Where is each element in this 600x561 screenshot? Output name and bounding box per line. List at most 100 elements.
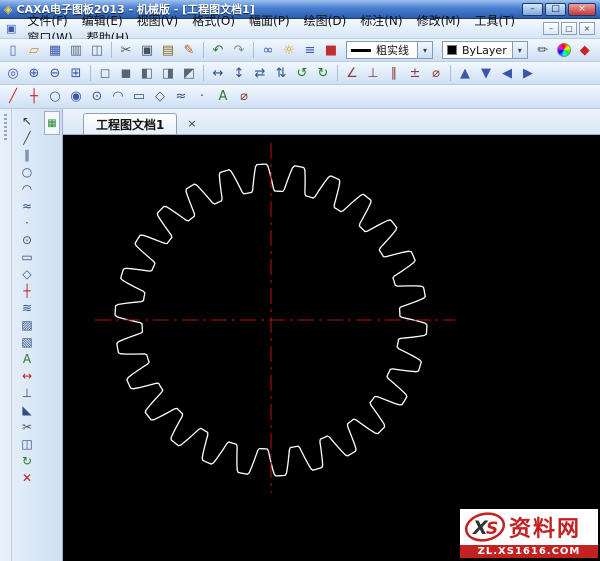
pick-point-icon[interactable]: ◎ [3, 64, 23, 83]
datum-icon[interactable]: ⊥ [15, 384, 39, 401]
color-dropdown[interactable]: ByLayer ▾ [442, 41, 528, 59]
text-tool-icon[interactable]: A [213, 87, 233, 106]
tab-close-button[interactable]: × [183, 117, 200, 130]
close-button[interactable]: × [568, 2, 596, 16]
delete-icon[interactable]: ✕ [15, 469, 39, 486]
layers-icon[interactable]: ≡ [300, 41, 320, 60]
sheet-tab-button[interactable]: ▦ [44, 111, 60, 135]
chevron-down-icon[interactable]: ▾ [417, 42, 432, 58]
chamfer-icon[interactable]: ◣ [15, 401, 39, 418]
red-mark-icon[interactable]: ◆ [575, 41, 595, 60]
line-tool-icon[interactable]: ╱ [3, 87, 23, 106]
bulb-icon[interactable]: ☼ [279, 41, 299, 60]
diameter-icon[interactable]: ⌀ [426, 64, 446, 83]
mdi-restore-button[interactable]: □ [561, 22, 577, 35]
concentric-circle-icon[interactable]: ⊙ [15, 231, 39, 248]
polygon-icon[interactable]: ◇ [15, 265, 39, 282]
centerline-icon[interactable]: ┼ [15, 282, 39, 299]
circle-icon[interactable]: ○ [15, 163, 39, 180]
parallel-line-icon[interactable]: ∥ [15, 146, 39, 163]
format-painter-icon[interactable]: ✎ [179, 41, 199, 60]
menu-format[interactable]: 格式(O) [185, 13, 242, 29]
arrow-down-icon[interactable]: ▼ [476, 64, 496, 83]
corner-shade-icon[interactable]: ◩ [179, 64, 199, 83]
menu-file[interactable]: 文件(F) [20, 13, 74, 29]
save-file-icon[interactable]: ▦ [45, 41, 65, 60]
stretch-horizontal-icon[interactable]: ↔ [208, 64, 228, 83]
linestyle-dropdown[interactable]: 粗实线 ▾ [346, 41, 433, 59]
circle-tool-icon[interactable]: ○ [45, 87, 65, 106]
right-shade-icon[interactable]: ◨ [158, 64, 178, 83]
rotate-cw-icon[interactable]: ↻ [313, 64, 333, 83]
stretch-vertical-icon[interactable]: ↕ [229, 64, 249, 83]
color-swatch-icon[interactable]: ■ [321, 41, 341, 60]
centerline-tool-icon[interactable]: ┼ [24, 87, 44, 106]
menu-draw[interactable]: 绘图(D) [297, 13, 354, 29]
menu-paper[interactable]: 幅面(P) [242, 13, 297, 29]
maximize-button[interactable]: □ [545, 2, 566, 16]
cut-icon[interactable]: ✂ [116, 41, 136, 60]
shaded-circle-icon[interactable]: ◉ [66, 87, 86, 106]
polygon-tool-icon[interactable]: ◇ [150, 87, 170, 106]
swap-icon[interactable]: ⇄ [250, 64, 270, 83]
zoom-out-icon[interactable]: ⊖ [45, 64, 65, 83]
menu-annotate[interactable]: 标注(N) [353, 13, 409, 29]
zoom-in-icon[interactable]: ⊕ [24, 64, 44, 83]
undo-icon[interactable]: ↶ [208, 41, 228, 60]
angle-icon[interactable]: ∠ [342, 64, 362, 83]
dim-tool-icon[interactable]: ⌀ [234, 87, 254, 106]
mdi-minimize-button[interactable]: – [543, 22, 559, 35]
print-preview-icon[interactable]: ◫ [87, 41, 107, 60]
pan-icon[interactable]: ⊞ [66, 64, 86, 83]
rectangle-tool-icon[interactable]: ▭ [129, 87, 149, 106]
menu-tools[interactable]: 工具(T) [467, 13, 522, 29]
text-icon[interactable]: A [15, 350, 39, 367]
arrow-left-icon[interactable]: ◀ [497, 64, 517, 83]
new-file-icon[interactable]: ▯ [3, 41, 23, 60]
arc-tool-icon[interactable]: ◠ [108, 87, 128, 106]
print-icon[interactable]: ▥ [66, 41, 86, 60]
link-icon[interactable]: ∞ [258, 41, 278, 60]
arrow-up-icon[interactable]: ▲ [455, 64, 475, 83]
spline-tool-icon[interactable]: ≈ [171, 87, 191, 106]
concentric-circle-icon[interactable]: ⊙ [87, 87, 107, 106]
color-chip-icon [447, 45, 457, 55]
trim-icon[interactable]: ✂ [15, 418, 39, 435]
spline-icon[interactable]: ≈ [15, 197, 39, 214]
perpendicular-icon[interactable]: ⊥ [363, 64, 383, 83]
offset-icon[interactable]: ≋ [15, 299, 39, 316]
paste-icon[interactable]: ▤ [158, 41, 178, 60]
arc-icon[interactable]: ◠ [15, 180, 39, 197]
pointer-select-icon[interactable]: ↖ [15, 112, 39, 129]
redo-icon[interactable]: ↷ [229, 41, 249, 60]
point-icon[interactable]: · [15, 214, 39, 231]
mdi-close-button[interactable]: × [579, 22, 595, 35]
copy-icon[interactable]: ▣ [137, 41, 157, 60]
tab-document-1[interactable]: 工程图文档1 [83, 113, 178, 134]
menu-view[interactable]: 视图(V) [130, 13, 186, 29]
rectangle-icon[interactable]: ▭ [15, 248, 39, 265]
rotate-icon[interactable]: ↻ [15, 452, 39, 469]
fill-toggle-icon[interactable]: ◼ [116, 64, 136, 83]
mirror-icon[interactable]: ◫ [15, 435, 39, 452]
parallel-lines-icon[interactable]: ∥ [384, 64, 404, 83]
rotate-ccw-icon[interactable]: ↺ [292, 64, 312, 83]
drawing-canvas[interactable]: X S 资料网 ZL.XS1616.COM [63, 135, 600, 561]
menu-edit[interactable]: 编辑(E) [75, 13, 130, 29]
reorder-icon[interactable]: ⇅ [271, 64, 291, 83]
tolerance-icon[interactable]: ± [405, 64, 425, 83]
line-icon[interactable]: ╱ [15, 129, 39, 146]
dimension-icon[interactable]: ↔ [15, 367, 39, 384]
half-shade-icon[interactable]: ◧ [137, 64, 157, 83]
point-tool-icon[interactable]: · [192, 87, 212, 106]
chevron-down-icon[interactable]: ▾ [511, 42, 527, 58]
menu-modify[interactable]: 修改(M) [410, 13, 468, 29]
toolbar-grip[interactable] [0, 109, 12, 561]
pen-style-icon[interactable]: ✏ [533, 41, 553, 60]
arrow-right-icon[interactable]: ▶ [518, 64, 538, 83]
open-file-icon[interactable]: ▱ [24, 41, 44, 60]
fill-icon[interactable]: ▧ [15, 333, 39, 350]
color-wheel-icon[interactable] [554, 41, 574, 60]
grid-toggle-icon[interactable]: ◻ [95, 64, 115, 83]
hatch-icon[interactable]: ▨ [15, 316, 39, 333]
